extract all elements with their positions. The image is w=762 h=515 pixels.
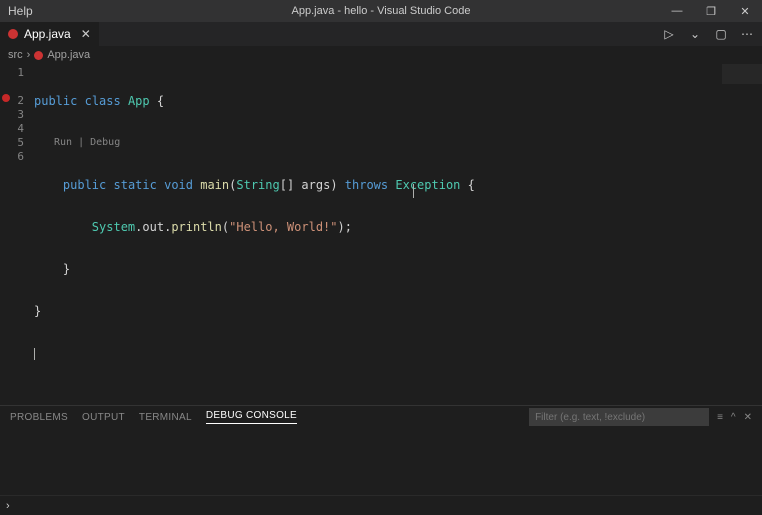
filter-input[interactable] [529,408,709,426]
minimap[interactable] [722,64,762,84]
debug-console-input-chevron-icon[interactable]: › [6,500,10,512]
panel-tabs: PROBLEMS OUTPUT TERMINAL DEBUG CONSOLE ≡… [0,406,762,428]
code-area[interactable]: public class App { Run | Debug public st… [34,64,762,405]
java-file-icon [34,51,43,60]
close-tab-icon[interactable]: ✕ [81,27,91,41]
close-window-button[interactable]: ✕ [728,0,762,22]
close-panel-icon[interactable]: ✕ [744,412,752,423]
code-editor[interactable]: 1 2 3 4 5 6 public class App { Run | Deb… [0,64,762,405]
status-bar: › [0,495,762,515]
breadcrumb[interactable]: src › App.java [0,46,762,64]
collapse-panel-icon[interactable]: ^ [731,412,736,423]
breadcrumb-seg-src[interactable]: src [8,49,23,61]
breakpoint-icon[interactable] [2,94,10,102]
tab-debug-console[interactable]: DEBUG CONSOLE [206,410,297,424]
run-icon[interactable]: ▷ [660,25,678,43]
run-dropdown-icon[interactable]: ⌄ [686,25,704,43]
breadcrumb-seg-file[interactable]: App.java [47,49,90,61]
line-number: 6 [0,150,34,164]
editor-actions: ▷ ⌄ ▢ ⋯ [660,22,762,46]
text-cursor [34,348,35,360]
editor-tabs: App.java ✕ ▷ ⌄ ▢ ⋯ [0,22,762,46]
split-editor-icon[interactable]: ▢ [712,25,730,43]
window-controls: — ❐ ✕ [660,0,762,22]
tab-problems[interactable]: PROBLEMS [10,412,68,423]
more-actions-icon[interactable]: ⋯ [738,25,756,43]
tab-app-java[interactable]: App.java ✕ [0,22,100,46]
minimize-button[interactable]: — [660,0,694,22]
line-number: 4 [0,122,34,136]
filter-settings-icon[interactable]: ≡ [717,412,723,423]
tab-label: App.java [24,27,71,41]
menu-help[interactable]: Help [0,4,41,18]
tab-terminal[interactable]: TERMINAL [139,412,192,423]
window-title: App.java - hello - Visual Studio Code [292,5,471,17]
line-number: 5 [0,136,34,150]
bottom-panel: PROBLEMS OUTPUT TERMINAL DEBUG CONSOLE ≡… [0,405,762,495]
tab-output[interactable]: OUTPUT [82,412,125,423]
line-number: 1 [0,66,34,80]
line-number: 3 [0,108,34,122]
maximize-button[interactable]: ❐ [694,0,728,22]
debug-console-body[interactable] [0,428,762,495]
codelens-run-debug[interactable]: Run | Debug [34,136,762,150]
secondary-cursor [413,184,414,198]
title-bar: Help App.java - hello - Visual Studio Co… [0,0,762,22]
chevron-right-icon: › [27,49,31,61]
line-gutter: 1 2 3 4 5 6 [0,64,34,405]
java-file-icon [8,29,18,39]
